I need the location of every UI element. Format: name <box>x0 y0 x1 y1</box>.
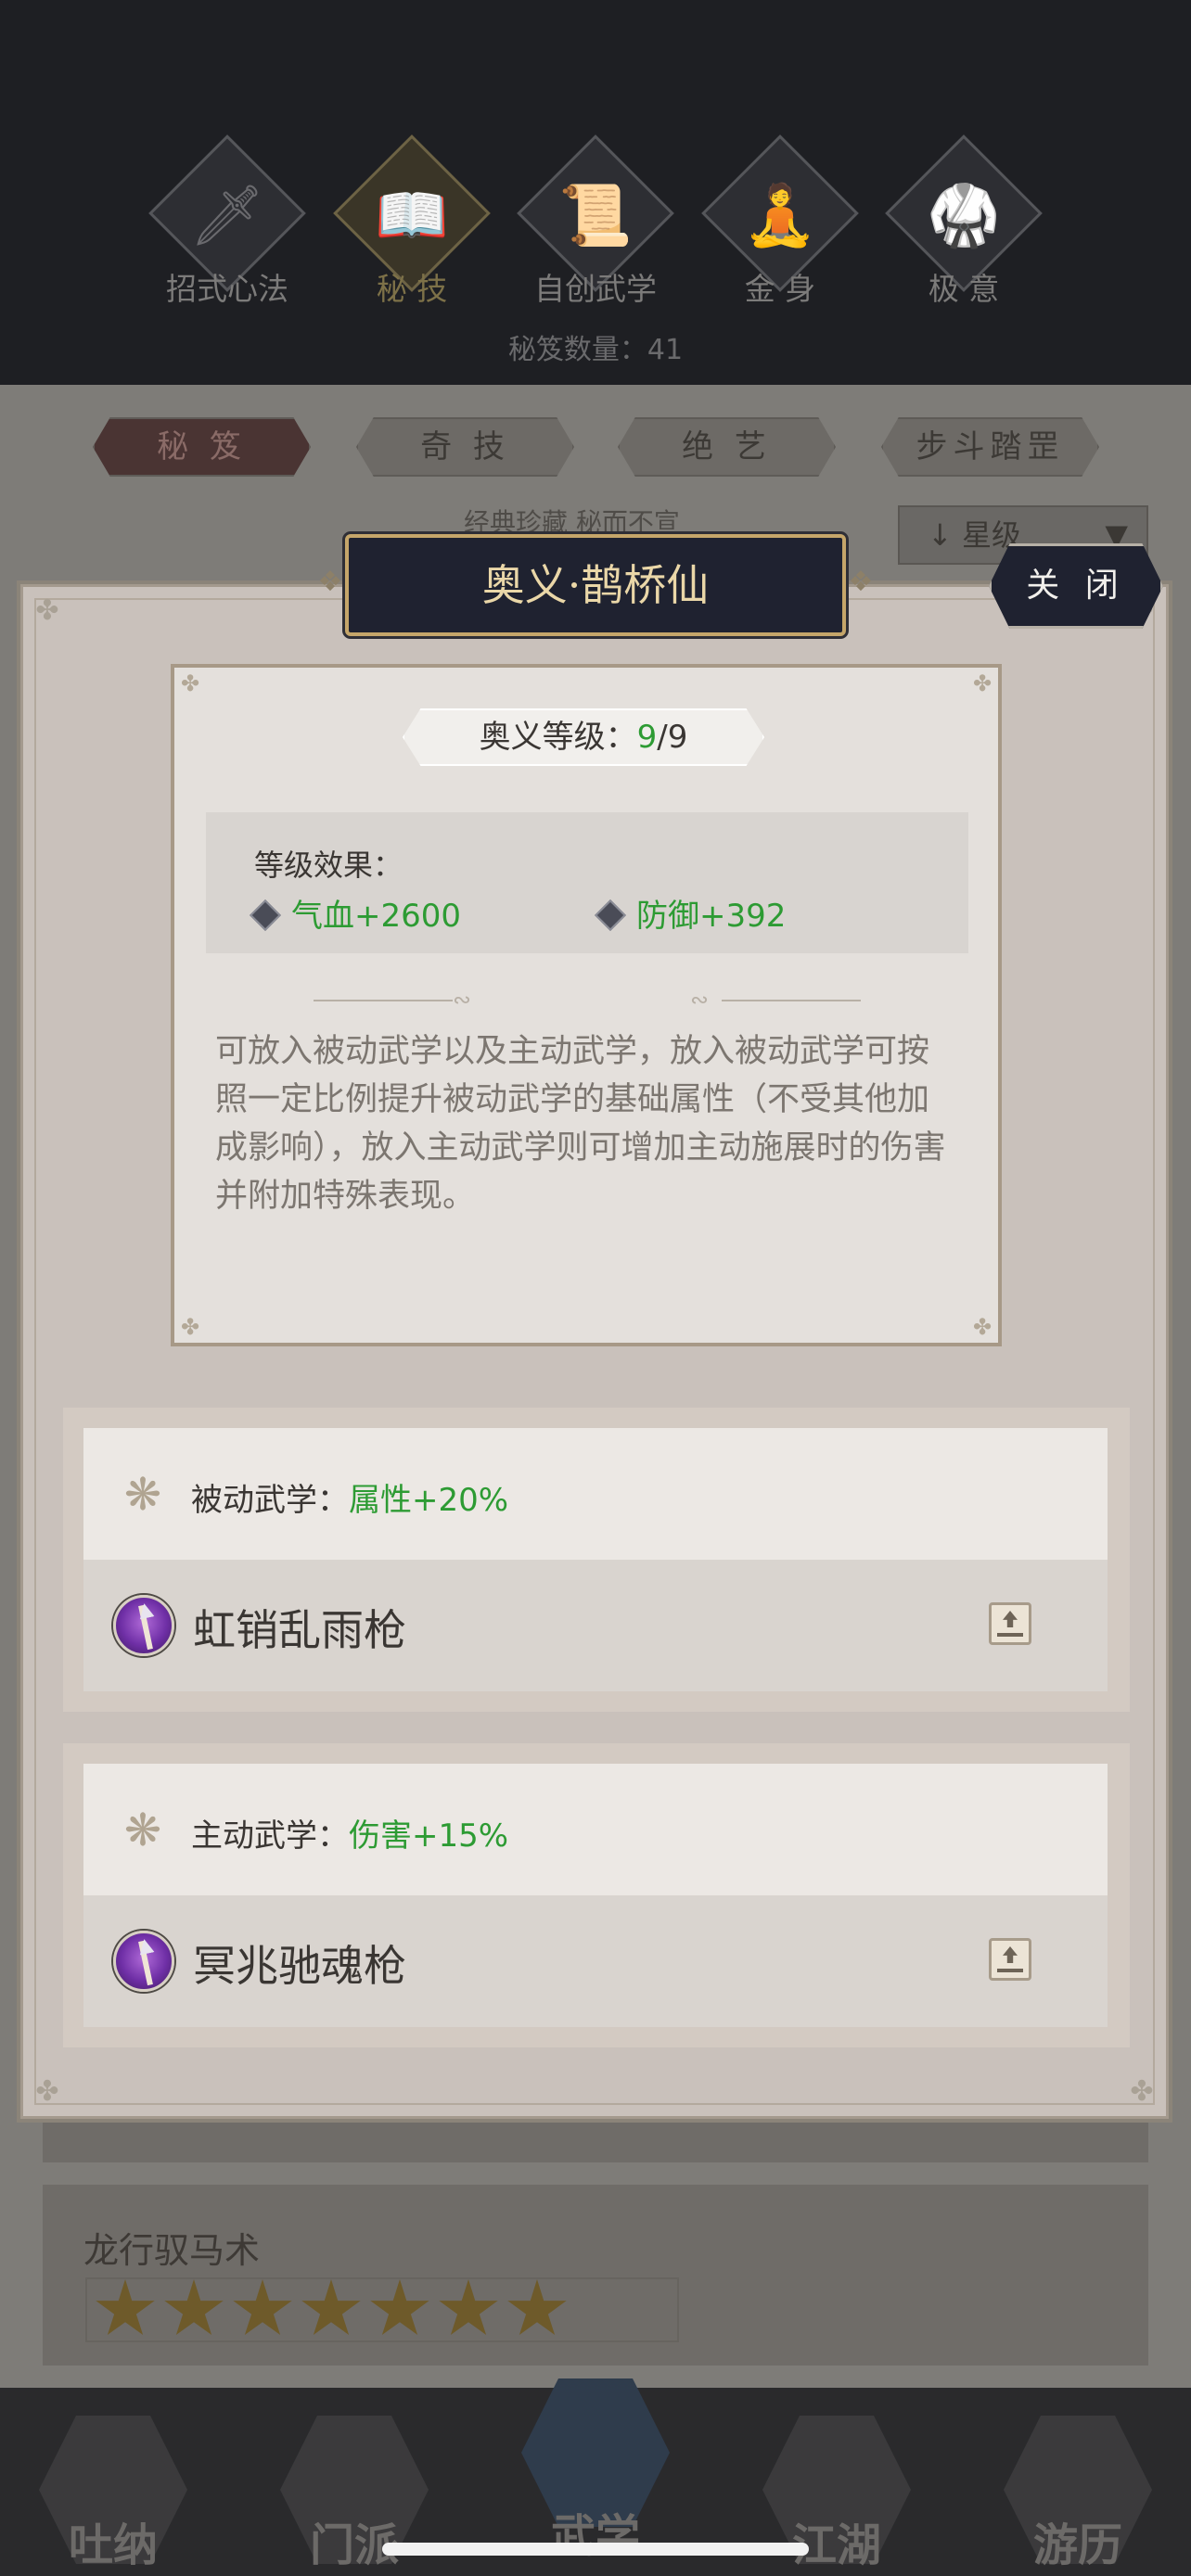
meditation-icon: 🧘 <box>743 182 817 250</box>
sub-tabs: 秘 笈 奇 技 绝 艺 步斗踏罡 <box>0 417 1191 482</box>
flower-icon: ❋ <box>123 1469 162 1521</box>
category-label: 金 身 <box>744 271 816 307</box>
spear-skill-icon <box>113 1595 174 1656</box>
effect-defense: 防御+392 <box>595 890 786 936</box>
star-icon <box>439 2279 498 2336</box>
corner-ornament-icon: ✤ <box>1130 2075 1154 2108</box>
category-label: 秘 技 <box>376 271 448 307</box>
effects-title: 等级效果： <box>254 848 403 883</box>
star-icon <box>96 2279 155 2336</box>
skill-name: 虹销乱雨枪 <box>193 1605 406 1655</box>
star-icon <box>370 2279 429 2336</box>
slot-header: ❋ 被动武学：属性+20% <box>83 1428 1108 1560</box>
corner-ornament-icon: ✤ <box>35 594 59 627</box>
level-effects: 等级效果： 气血+2600 防御+392 <box>206 812 968 953</box>
nav-martial-arts[interactable]: 武学 <box>503 2360 688 2562</box>
tab-stepping-dipper[interactable]: 步斗踏罡 <box>881 417 1099 477</box>
star-icon <box>301 2279 361 2336</box>
modal-title-plate: 奥义·鹊桥仙 <box>345 534 846 636</box>
divider <box>722 1000 861 1001</box>
star-icon <box>233 2279 292 2336</box>
mystery-level: 奥义等级：9/9 <box>403 708 764 766</box>
list-item[interactable]: 龙行驭马术 <box>43 2185 1148 2366</box>
tab-unique-arts[interactable]: 绝 艺 <box>618 417 836 477</box>
category-label: 极 意 <box>928 271 1000 307</box>
divider-ornament-icon: ∾ <box>453 987 472 1013</box>
category-row: 🗡 招式心法 📖 秘 技 📜 自创武学 🧘 金 身 🥋 极 意 <box>0 134 1191 334</box>
book-icon: 📖 <box>375 182 449 250</box>
level-max: /9 <box>657 719 688 756</box>
sword-icon: 🗡 <box>189 182 265 250</box>
category-label: 招式心法 <box>166 271 288 307</box>
star-icon <box>164 2279 224 2336</box>
upload-icon <box>1003 1611 1018 1627</box>
tab-special-skills[interactable]: 奇 技 <box>356 417 574 477</box>
star-icon <box>507 2279 567 2336</box>
flower-icon: ❋ <box>123 1804 162 1856</box>
nav-travel[interactable]: 游历 <box>985 2397 1171 2573</box>
corner-ornament-icon: ✤ <box>35 2075 59 2108</box>
gem-icon <box>250 899 281 931</box>
corner-ornament-icon: ✤ <box>972 670 992 696</box>
passive-slot: ❋ 被动武学：属性+20% 虹销乱雨枪 <box>63 1408 1130 1712</box>
level-label: 奥义等级： <box>479 719 637 756</box>
corner-ornament-icon: ✤ <box>180 1314 200 1340</box>
category-ultimate-intent[interactable]: 🥋 极 意 <box>885 134 1043 307</box>
top-header: 🗡 招式心法 📖 秘 技 📜 自创武学 🧘 金 身 🥋 极 意 秘笈数量：41 <box>0 0 1191 385</box>
manual-name: 龙行驭马术 <box>83 2230 261 2271</box>
divider-ornament-icon: ∾ <box>690 987 710 1013</box>
category-label: 自创武学 <box>534 271 657 307</box>
category-golden-body[interactable]: 🧘 金 身 <box>701 134 859 307</box>
mystery-info-panel: ✤ ✤ ✤ ✤ 奥义等级：9/9 等级效果： 气血+2600 防御+392 ∾ … <box>171 664 1002 1346</box>
slot-type-label: 被动武学： <box>191 1482 349 1519</box>
slot-bonus: 属性+20% <box>349 1482 509 1519</box>
effect-hp: 气血+2600 <box>250 890 461 936</box>
list-item[interactable] <box>43 2120 1148 2162</box>
martial-pose-icon: 🥋 <box>927 182 1001 250</box>
modal-title: 奥义·鹊桥仙 <box>481 560 710 610</box>
nav-breathing[interactable]: 吐纳 <box>20 2397 206 2573</box>
divider <box>314 1000 453 1001</box>
star-rating <box>85 2277 679 2342</box>
slot-header: ❋ 主动武学：伤害+15% <box>83 1764 1108 1895</box>
category-self-created[interactable]: 📜 自创武学 <box>517 134 674 307</box>
active-slot: ❋ 主动武学：伤害+15% 冥兆驰魂枪 <box>63 1743 1130 2047</box>
home-indicator[interactable] <box>382 2543 809 2556</box>
tab-secret-manuals[interactable]: 秘 笈 <box>93 417 311 477</box>
unequip-button[interactable] <box>989 1602 1031 1645</box>
mystery-description: 可放入被动武学以及主动武学，放入被动武学可按照一定比例提升被动武学的基础属性（不… <box>215 1033 946 1215</box>
category-moves[interactable]: 🗡 招式心法 <box>148 134 306 307</box>
equipped-skill-row[interactable]: 虹销乱雨枪 <box>83 1560 1108 1691</box>
scroll-count: 秘笈数量：41 <box>507 334 684 366</box>
category-secret-arts[interactable]: 📖 秘 技 <box>333 134 491 307</box>
upload-icon <box>1003 1946 1018 1963</box>
slot-bonus: 伤害+15% <box>349 1817 509 1855</box>
corner-ornament-icon: ✤ <box>972 1314 992 1340</box>
spear-skill-icon <box>113 1931 174 1992</box>
slot-type-label: 主动武学： <box>191 1817 349 1855</box>
equipped-skill-row[interactable]: 冥兆驰魂枪 <box>83 1895 1108 2027</box>
sort-arrow-icon: ↓ <box>928 517 962 553</box>
level-current: 9 <box>636 719 658 756</box>
skill-name: 冥兆驰魂枪 <box>193 1941 406 1991</box>
unequip-button[interactable] <box>989 1938 1031 1981</box>
corner-ornament-icon: ✤ <box>180 670 200 696</box>
gem-icon <box>595 899 626 931</box>
close-button[interactable]: 关 闭 <box>989 543 1163 629</box>
scroll-icon: 📜 <box>558 182 633 250</box>
